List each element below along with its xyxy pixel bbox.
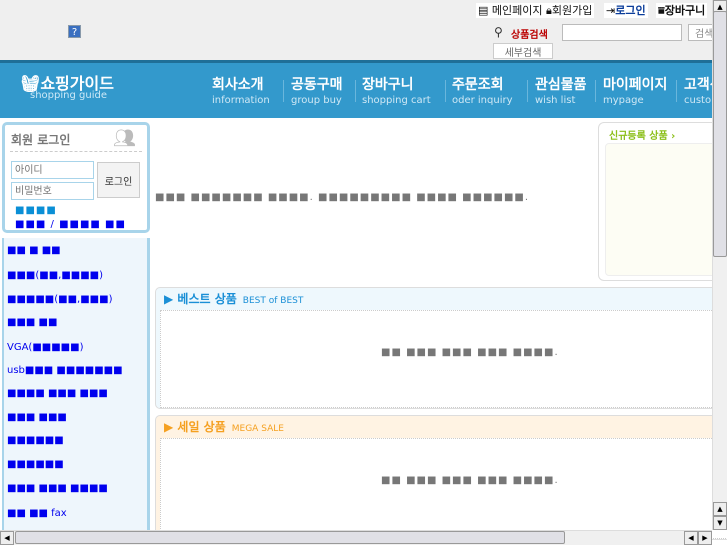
category-item[interactable]: VGA(■■■■■) bbox=[7, 342, 83, 353]
nav-wish-list[interactable]: 관심물품 wish list bbox=[535, 74, 587, 106]
main-page-link[interactable]: ▤ 메인페이지 bbox=[476, 3, 545, 18]
search-label: 상품검색 bbox=[511, 30, 548, 41]
login-title: 회원 로그인 bbox=[11, 133, 71, 147]
sale-products-section: ▶ 세일 상품 MEGA SALE ■■ ■■■ ■■■ ■■■ ■■■■. bbox=[155, 415, 727, 540]
logo-subtitle: shopping guide bbox=[30, 90, 107, 101]
members-icon: 👥︎ bbox=[113, 128, 136, 149]
scroll-up-icon[interactable]: ▲ bbox=[713, 502, 727, 516]
nav-divider bbox=[595, 80, 596, 102]
nav-divider bbox=[676, 80, 677, 102]
login-button[interactable]: 로그인 bbox=[97, 162, 140, 198]
category-item[interactable]: ■■■■■(■■,■■■) bbox=[7, 294, 112, 305]
nav-divider bbox=[283, 80, 284, 102]
login-link[interactable]: ⇥로그인 bbox=[604, 3, 648, 18]
nav-divider bbox=[355, 80, 356, 102]
best-products-section: ▶ 베스트 상품 BEST of BEST ■■ ■■■ ■■■ ■■■ ■■■■… bbox=[155, 287, 727, 409]
category-item[interactable]: ■■■ ■■■ bbox=[7, 412, 67, 423]
signup-link[interactable]: ■■■■ bbox=[15, 205, 57, 216]
new-products-box: 신규등록 상품 › bbox=[598, 122, 727, 281]
empty-message: ■■ ■■■ ■■■ ■■■ ■■■■. bbox=[381, 347, 559, 358]
login-arrow-icon: ⇥ bbox=[606, 4, 616, 17]
user-id-input[interactable] bbox=[11, 161, 94, 179]
new-products-list bbox=[605, 143, 727, 276]
magnifier-icon: ⚲ bbox=[494, 25, 503, 39]
nav-customer[interactable]: 고객센터customer bbox=[684, 74, 712, 106]
signup-link[interactable]: 🔒︎회원가입 bbox=[544, 3, 595, 18]
nav-divider bbox=[527, 80, 528, 102]
main-notice: ■■■ ■■■■■■■ ■■■■. ■■■■■■■■■ ■■■■ ■■■■■■. bbox=[155, 192, 530, 203]
category-item[interactable]: ■■■ ■■ bbox=[7, 317, 57, 328]
cart-icon: ⩸ bbox=[658, 4, 665, 17]
category-item[interactable]: ■■■(■■,■■■■) bbox=[7, 270, 103, 281]
document-icon: ▤ bbox=[478, 4, 492, 17]
password-input[interactable] bbox=[11, 182, 94, 200]
login-box: 회원 로그인 👥︎ 로그인 ■■■■ ■■■ / ■■■■ ■■ bbox=[2, 122, 150, 233]
new-products-title[interactable]: 신규등록 상품 › bbox=[609, 127, 675, 142]
find-account-link[interactable]: ■■■ / ■■■■ ■■ bbox=[15, 219, 126, 230]
empty-message: ■■ ■■■ ■■■ ■■■ ■■■■. bbox=[381, 475, 559, 486]
nav-divider bbox=[445, 80, 446, 102]
category-item[interactable]: ■■ ■ ■■ bbox=[7, 245, 61, 256]
category-item[interactable]: ■■■■■■ bbox=[7, 459, 64, 470]
horizontal-scroll-thumb[interactable] bbox=[15, 531, 565, 544]
category-item[interactable]: ■■ ■■ fax bbox=[7, 508, 67, 519]
sale-products-header: ▶ 세일 상품 MEGA SALE bbox=[164, 420, 284, 434]
scroll-left-icon[interactable]: ◀ bbox=[0, 531, 14, 545]
nav-group-buy[interactable]: 공동구매 group buy bbox=[291, 74, 343, 106]
category-item[interactable]: usb■■■ ■■■■■■■ bbox=[7, 365, 123, 376]
nav-shopping-cart[interactable]: 장바구니 shopping cart bbox=[362, 74, 431, 106]
category-item[interactable]: ■■■ ■■■ ■■■■ bbox=[7, 483, 108, 494]
nav-information[interactable]: 회사소개 information bbox=[212, 74, 270, 106]
category-panel: ■■ ■ ■■ ■■■(■■,■■■■) ■■■■■(■■,■■■) ■■■ ■… bbox=[2, 238, 150, 530]
category-item[interactable]: ■■■■■■ bbox=[7, 435, 64, 446]
vertical-scroll-thumb[interactable] bbox=[713, 11, 727, 257]
divider bbox=[10, 151, 142, 152]
cart-link[interactable]: ⩸장바구니 bbox=[656, 3, 708, 18]
scroll-right-icon[interactable]: ▶ bbox=[698, 531, 712, 545]
arrow-icon: ▶ bbox=[164, 292, 178, 306]
help-icon[interactable]: ? bbox=[68, 25, 81, 38]
nav-order-inquiry[interactable]: 주문조회 oder inquiry bbox=[452, 74, 513, 106]
sale-products-list: ■■ ■■■ ■■■ ■■■ ■■■■. bbox=[160, 438, 727, 539]
nav-mypage[interactable]: 마이페이지 mypage bbox=[603, 74, 667, 106]
arrow-icon: ▶ bbox=[164, 420, 178, 434]
best-products-list: ■■ ■■■ ■■■ ■■■ ■■■■. bbox=[160, 310, 727, 408]
search-input[interactable] bbox=[562, 24, 682, 41]
category-item[interactable]: ■■■■ ■■■ ■■■ bbox=[7, 388, 108, 399]
detail-search-button[interactable]: 세부검색 bbox=[493, 43, 553, 59]
scroll-left-icon[interactable]: ◀ bbox=[684, 531, 698, 545]
scroll-down-icon[interactable]: ▼ bbox=[713, 516, 727, 530]
best-products-header: ▶ 베스트 상품 BEST of BEST bbox=[164, 292, 304, 306]
